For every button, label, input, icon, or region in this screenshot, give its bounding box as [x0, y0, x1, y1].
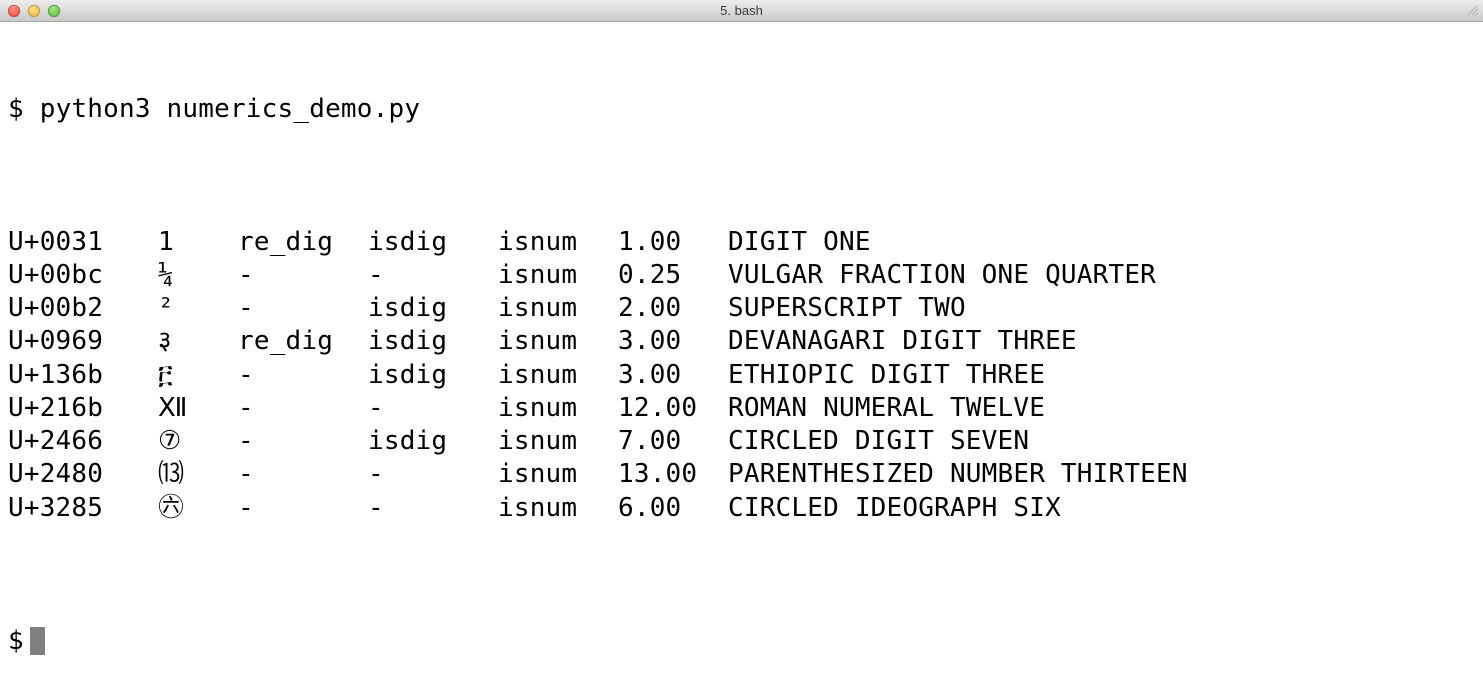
redig-cell: re_dig — [238, 325, 368, 358]
value-cell: 12.00 — [618, 392, 728, 425]
output-row: U+216bⅫ--isnum12.00ROMAN NUMERAL TWELVE — [8, 392, 1475, 425]
close-button[interactable] — [8, 5, 20, 17]
name-cell: DEVANAGARI DIGIT THREE — [728, 325, 1475, 358]
codepoint-cell: U+3285 — [8, 492, 158, 525]
isnum-cell: isnum — [498, 325, 618, 358]
codepoint-cell: U+2466 — [8, 425, 158, 458]
value-cell: 6.00 — [618, 492, 728, 525]
isdig-cell: isdig — [368, 325, 498, 358]
codepoint-cell: U+00bc — [8, 259, 158, 292]
codepoint-cell: U+2480 — [8, 458, 158, 491]
value-cell: 3.00 — [618, 359, 728, 392]
name-cell: DIGIT ONE — [728, 226, 1475, 259]
char-cell: ㊅ — [158, 492, 238, 525]
command-line: $ python3 numerics_demo.py — [8, 93, 1475, 126]
isdig-cell: - — [368, 259, 498, 292]
output-row: U+00b2²-isdigisnum2.00SUPERSCRIPT TWO — [8, 292, 1475, 325]
output-row: U+0969३re_digisdigisnum3.00DEVANAGARI DI… — [8, 325, 1475, 358]
resize-icon[interactable] — [1465, 2, 1481, 18]
value-cell: 1.00 — [618, 226, 728, 259]
value-cell: 7.00 — [618, 425, 728, 458]
char-cell: 1 — [158, 226, 238, 259]
prompt-symbol: $ — [8, 93, 24, 126]
minimize-button[interactable] — [28, 5, 40, 17]
traffic-lights — [0, 0, 60, 21]
isdig-cell: isdig — [368, 359, 498, 392]
window-title: 5. bash — [0, 3, 1483, 18]
output-row: U+00311re_digisdigisnum1.00DIGIT ONE — [8, 226, 1475, 259]
isdig-cell: isdig — [368, 425, 498, 458]
isdig-cell: isdig — [368, 226, 498, 259]
isnum-cell: isnum — [498, 458, 618, 491]
char-cell: ¼ — [158, 259, 238, 292]
command-text: python3 numerics_demo.py — [40, 93, 420, 126]
name-cell: CIRCLED IDEOGRAPH SIX — [728, 492, 1475, 525]
redig-cell: - — [238, 492, 368, 525]
name-cell: ETHIOPIC DIGIT THREE — [728, 359, 1475, 392]
name-cell: PARENTHESIZED NUMBER THIRTEEN — [728, 458, 1475, 491]
char-cell: ² — [158, 292, 238, 325]
char-cell: ⒀ — [158, 458, 238, 491]
redig-cell: - — [238, 392, 368, 425]
codepoint-cell: U+0969 — [8, 325, 158, 358]
char-cell: ፫ — [158, 359, 238, 392]
isnum-cell: isnum — [498, 492, 618, 525]
redig-cell: - — [238, 359, 368, 392]
prompt-symbol: $ — [8, 625, 24, 658]
name-cell: ROMAN NUMERAL TWELVE — [728, 392, 1475, 425]
redig-cell: - — [238, 292, 368, 325]
isnum-cell: isnum — [498, 259, 618, 292]
cursor — [30, 627, 45, 655]
value-cell: 13.00 — [618, 458, 728, 491]
output-row: U+136b፫-isdigisnum3.00ETHIOPIC DIGIT THR… — [8, 359, 1475, 392]
redig-cell: - — [238, 458, 368, 491]
char-cell: ३ — [158, 325, 238, 358]
zoom-button[interactable] — [48, 5, 60, 17]
redig-cell: - — [238, 425, 368, 458]
char-cell: ⑦ — [158, 425, 238, 458]
isdig-cell: - — [368, 458, 498, 491]
isdig-cell: - — [368, 392, 498, 425]
name-cell: SUPERSCRIPT TWO — [728, 292, 1475, 325]
codepoint-cell: U+136b — [8, 359, 158, 392]
name-cell: CIRCLED DIGIT SEVEN — [728, 425, 1475, 458]
output-rows: U+00311re_digisdigisnum1.00DIGIT ONEU+00… — [8, 226, 1475, 525]
redig-cell: - — [238, 259, 368, 292]
output-row: U+2480⒀--isnum13.00PARENTHESIZED NUMBER … — [8, 458, 1475, 491]
isnum-cell: isnum — [498, 392, 618, 425]
char-cell: Ⅻ — [158, 392, 238, 425]
terminal-output[interactable]: $ python3 numerics_demo.py U+00311re_dig… — [0, 22, 1483, 699]
isnum-cell: isnum — [498, 359, 618, 392]
isnum-cell: isnum — [498, 292, 618, 325]
isnum-cell: isnum — [498, 425, 618, 458]
codepoint-cell: U+00b2 — [8, 292, 158, 325]
value-cell: 2.00 — [618, 292, 728, 325]
name-cell: VULGAR FRACTION ONE QUARTER — [728, 259, 1475, 292]
redig-cell: re_dig — [238, 226, 368, 259]
codepoint-cell: U+0031 — [8, 226, 158, 259]
value-cell: 0.25 — [618, 259, 728, 292]
isdig-cell: - — [368, 492, 498, 525]
value-cell: 3.00 — [618, 325, 728, 358]
output-row: U+00bc¼--isnum0.25VULGAR FRACTION ONE QU… — [8, 259, 1475, 292]
isnum-cell: isnum — [498, 226, 618, 259]
output-row: U+2466⑦-isdigisnum7.00CIRCLED DIGIT SEVE… — [8, 425, 1475, 458]
output-row: U+3285㊅--isnum6.00CIRCLED IDEOGRAPH SIX — [8, 492, 1475, 525]
window-title-bar: 5. bash — [0, 0, 1483, 22]
isdig-cell: isdig — [368, 292, 498, 325]
codepoint-cell: U+216b — [8, 392, 158, 425]
final-prompt-line: $ — [8, 625, 1475, 658]
